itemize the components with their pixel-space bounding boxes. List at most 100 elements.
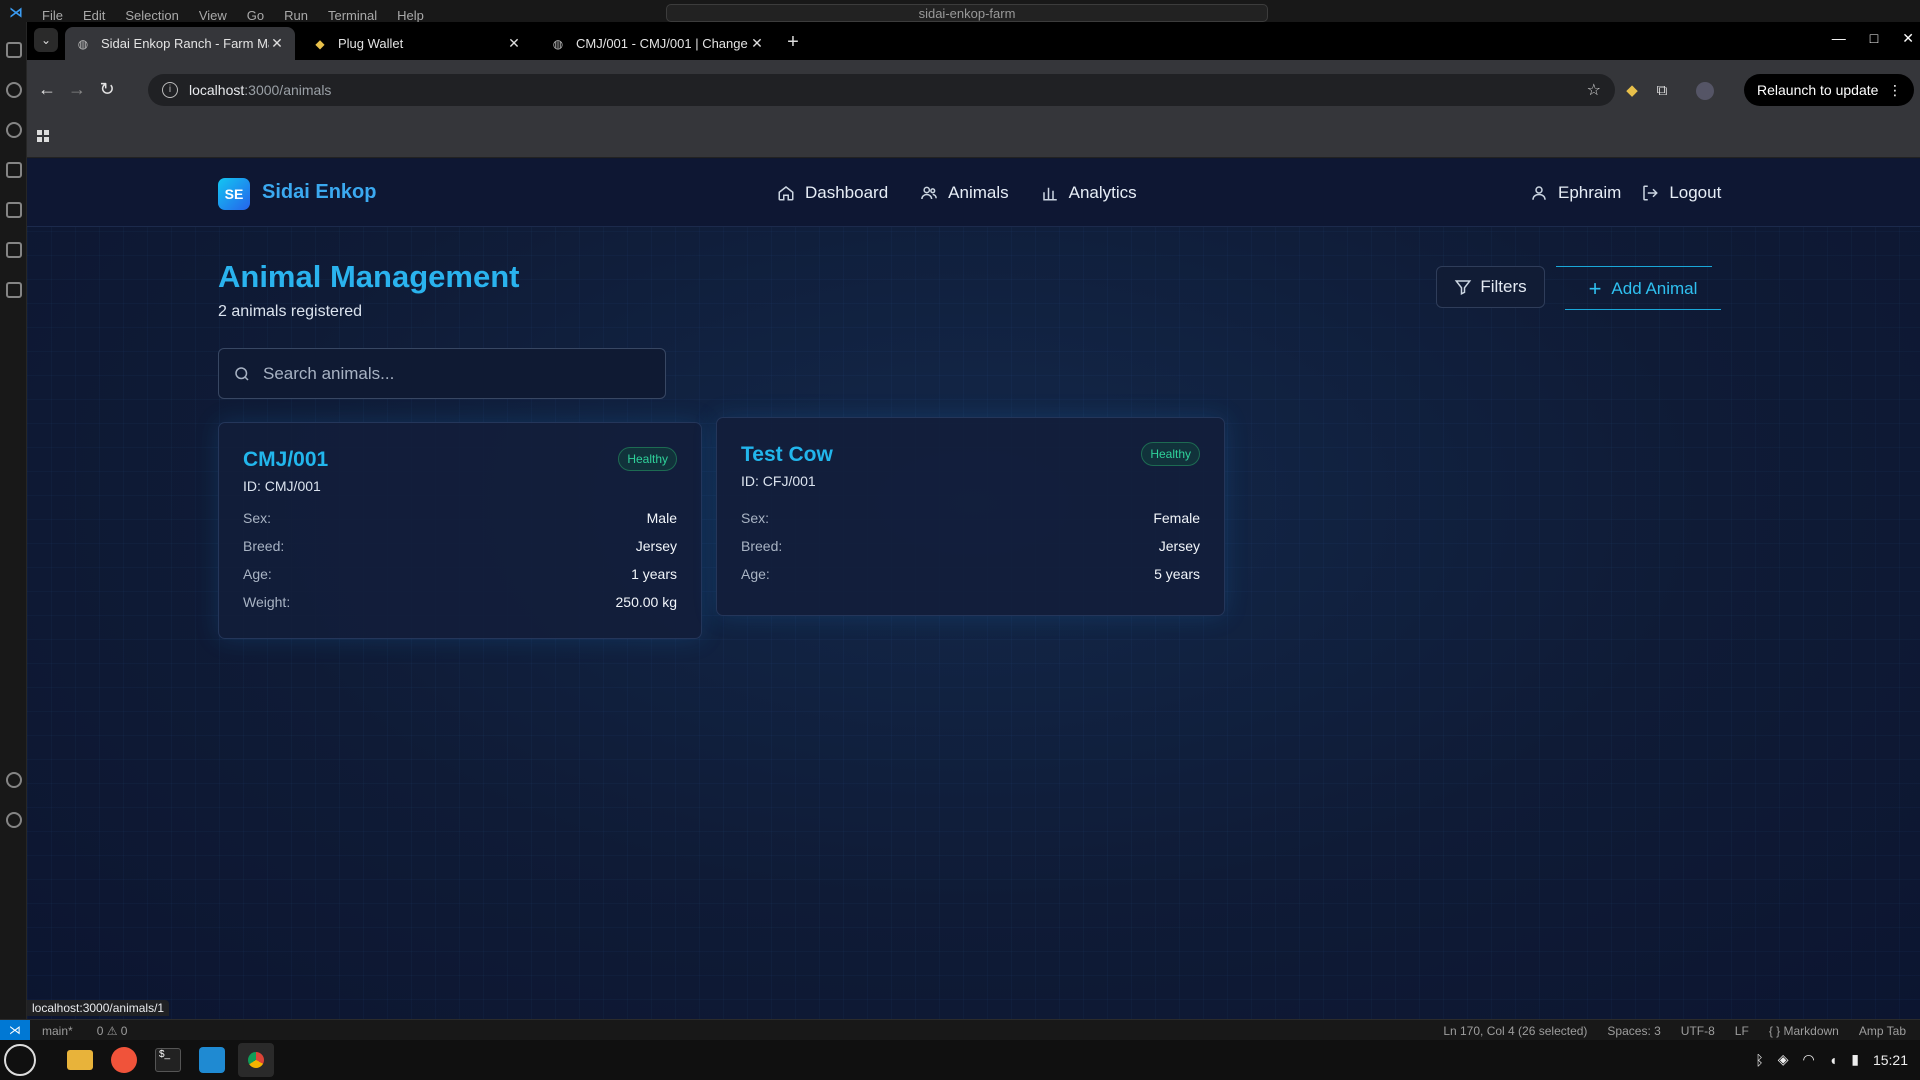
nav-analytics[interactable]: Analytics: [1041, 183, 1137, 203]
clock[interactable]: 15:21: [1873, 1052, 1908, 1068]
tab-strip: ⌄ ◍ Sidai Enkop Ranch - Farm Ma ✕ ◆ Plug…: [27, 22, 1920, 60]
detail-key: Breed:: [741, 538, 783, 554]
git-branch[interactable]: main*: [42, 1024, 73, 1038]
search-icon: [235, 366, 249, 381]
profile-avatar-icon[interactable]: [1696, 82, 1714, 100]
wallet-extension-icon[interactable]: ◆: [1623, 82, 1641, 100]
tab-farm[interactable]: ◍ Sidai Enkop Ranch - Farm Ma ✕: [65, 27, 295, 60]
menu-file[interactable]: File: [42, 8, 63, 23]
amp-tab[interactable]: Amp Tab: [1859, 1024, 1906, 1038]
animal-id: ID: CMJ/001: [243, 478, 321, 494]
menu-view[interactable]: View: [199, 8, 227, 23]
debug-icon[interactable]: [6, 162, 22, 178]
source-control-icon[interactable]: [6, 122, 22, 138]
command-center[interactable]: sidai-enkop-farm: [666, 4, 1268, 22]
extensions-icon[interactable]: [6, 202, 22, 218]
wifi-icon[interactable]: ◠: [1803, 1051, 1815, 1068]
extensions-puzzle-icon[interactable]: ⧉: [1653, 82, 1671, 100]
testing-icon[interactable]: [6, 242, 22, 258]
terminal-icon[interactable]: $_: [150, 1043, 186, 1077]
animal-name[interactable]: Test Cow: [741, 443, 833, 467]
vscode-statusbar: ⋊ main* 0 ⚠ 0 Ln 170, Col 4 (26 selected…: [0, 1019, 1920, 1041]
animal-card[interactable]: CMJ/001 ID: CMJ/001 Healthy Sex: Male Bre…: [218, 422, 702, 639]
tab-title: CMJ/001 - CMJ/001 | Change: [576, 36, 748, 51]
tab-search-icon[interactable]: ⌄: [34, 28, 58, 52]
globe-icon: ◍: [552, 36, 564, 51]
bookmark-star-icon[interactable]: ☆: [1587, 80, 1601, 100]
relaunch-button[interactable]: Relaunch to update ⋮: [1744, 74, 1914, 106]
new-tab-icon[interactable]: +: [781, 31, 805, 55]
language-mode[interactable]: { } Markdown: [1769, 1024, 1839, 1038]
problems-count[interactable]: 0 ⚠ 0: [97, 1024, 128, 1038]
add-animal-button[interactable]: + Add Animal: [1565, 268, 1721, 310]
battery-icon[interactable]: ▮: [1851, 1051, 1859, 1068]
more-vert-icon[interactable]: ⋮: [1888, 74, 1902, 106]
animal-details: Sex: Female Breed: Jersey Age: 5 years: [741, 510, 1200, 594]
bluetooth-icon[interactable]: ᛒ: [1755, 1052, 1763, 1068]
firefox-icon[interactable]: [106, 1043, 142, 1077]
user-profile[interactable]: Ephraim: [1530, 183, 1621, 203]
brand-name[interactable]: Sidai Enkop: [262, 181, 376, 204]
detail-value: 5 years: [1154, 566, 1200, 582]
detail-row-age: Age: 1 years: [243, 566, 677, 594]
settings-gear-icon[interactable]: [6, 812, 22, 828]
nav-dashboard[interactable]: Dashboard: [777, 183, 888, 203]
menu-go[interactable]: Go: [247, 8, 264, 23]
encoding[interactable]: UTF-8: [1681, 1024, 1715, 1038]
close-icon[interactable]: ✕: [749, 35, 765, 52]
indentation[interactable]: Spaces: 3: [1607, 1024, 1660, 1038]
filters-button[interactable]: Filters: [1436, 266, 1545, 308]
shield-icon[interactable]: ◈: [1778, 1051, 1789, 1068]
search-box: [218, 348, 666, 399]
forward-arrow-icon[interactable]: →: [67, 80, 87, 100]
menu-selection[interactable]: Selection: [125, 8, 178, 23]
detail-key: Age:: [741, 566, 770, 582]
line-ending[interactable]: LF: [1735, 1024, 1749, 1038]
detail-row-breed: Breed: Jersey: [741, 538, 1200, 566]
menu-run[interactable]: Run: [284, 8, 308, 23]
filter-icon: [1455, 280, 1472, 295]
account-icon[interactable]: [6, 772, 22, 788]
tab-cmj001[interactable]: ◍ CMJ/001 - CMJ/001 | Change ✕: [540, 27, 775, 60]
nav-animals[interactable]: Animals: [920, 183, 1009, 203]
animal-card[interactable]: Test Cow ID: CFJ/001 Healthy Sex: Female …: [716, 417, 1225, 616]
system-tray: ᛒ ◈ ◠ ◖ ▮ 15:21: [1755, 1051, 1908, 1068]
relaunch-label: Relaunch to update: [1757, 82, 1879, 98]
logo-badge[interactable]: SE: [218, 178, 250, 210]
volume-icon[interactable]: ◖: [1829, 1052, 1837, 1068]
remote-indicator-icon[interactable]: ⋊: [0, 1020, 30, 1041]
url-path: :3000/animals: [244, 82, 332, 98]
logout-button[interactable]: Logout: [1641, 183, 1721, 203]
search-icon[interactable]: [6, 82, 22, 98]
back-arrow-icon[interactable]: ←: [37, 80, 57, 100]
site-info-icon[interactable]: i: [162, 82, 178, 98]
close-window-icon[interactable]: ✕: [1902, 30, 1914, 47]
close-icon[interactable]: ✕: [506, 35, 522, 52]
search-input[interactable]: [263, 363, 643, 384]
minimize-icon[interactable]: —: [1832, 30, 1846, 47]
explorer-icon[interactable]: [6, 42, 22, 58]
vscode-titlebar: ⋊ File Edit Selection View Go Run Termin…: [0, 0, 1920, 23]
menu-logo-icon[interactable]: [4, 1044, 36, 1076]
close-icon[interactable]: ✕: [269, 35, 285, 52]
menu-help[interactable]: Help: [397, 8, 424, 23]
tab-plug-wallet[interactable]: ◆ Plug Wallet ✕: [302, 27, 532, 60]
app-navbar: SE Sidai Enkop Dashboard Animals Analyti…: [27, 159, 1920, 227]
nav-analytics-label: Analytics: [1068, 183, 1137, 202]
apps-grid-icon[interactable]: [37, 130, 49, 142]
detail-key: Breed:: [243, 538, 285, 554]
status-right: Ln 170, Col 4 (26 selected) Spaces: 3 UT…: [1443, 1024, 1906, 1038]
menu-terminal[interactable]: Terminal: [328, 8, 377, 23]
animal-name[interactable]: CMJ/001: [243, 448, 328, 472]
menu-edit[interactable]: Edit: [83, 8, 105, 23]
cursor-position[interactable]: Ln 170, Col 4 (26 selected): [1443, 1024, 1587, 1038]
maximize-icon[interactable]: □: [1870, 30, 1878, 47]
remote-icon[interactable]: [6, 282, 22, 298]
animal-count: 2 animals registered: [218, 303, 363, 320]
vscode-app-icon[interactable]: [194, 1043, 230, 1077]
address-bar[interactable]: i localhost:3000/animals ☆: [148, 74, 1615, 106]
chrome-app-icon[interactable]: [238, 1043, 274, 1077]
add-animal-label: Add Animal: [1611, 278, 1698, 298]
reload-icon[interactable]: ↻: [97, 80, 117, 100]
files-folder-icon[interactable]: [62, 1043, 98, 1077]
